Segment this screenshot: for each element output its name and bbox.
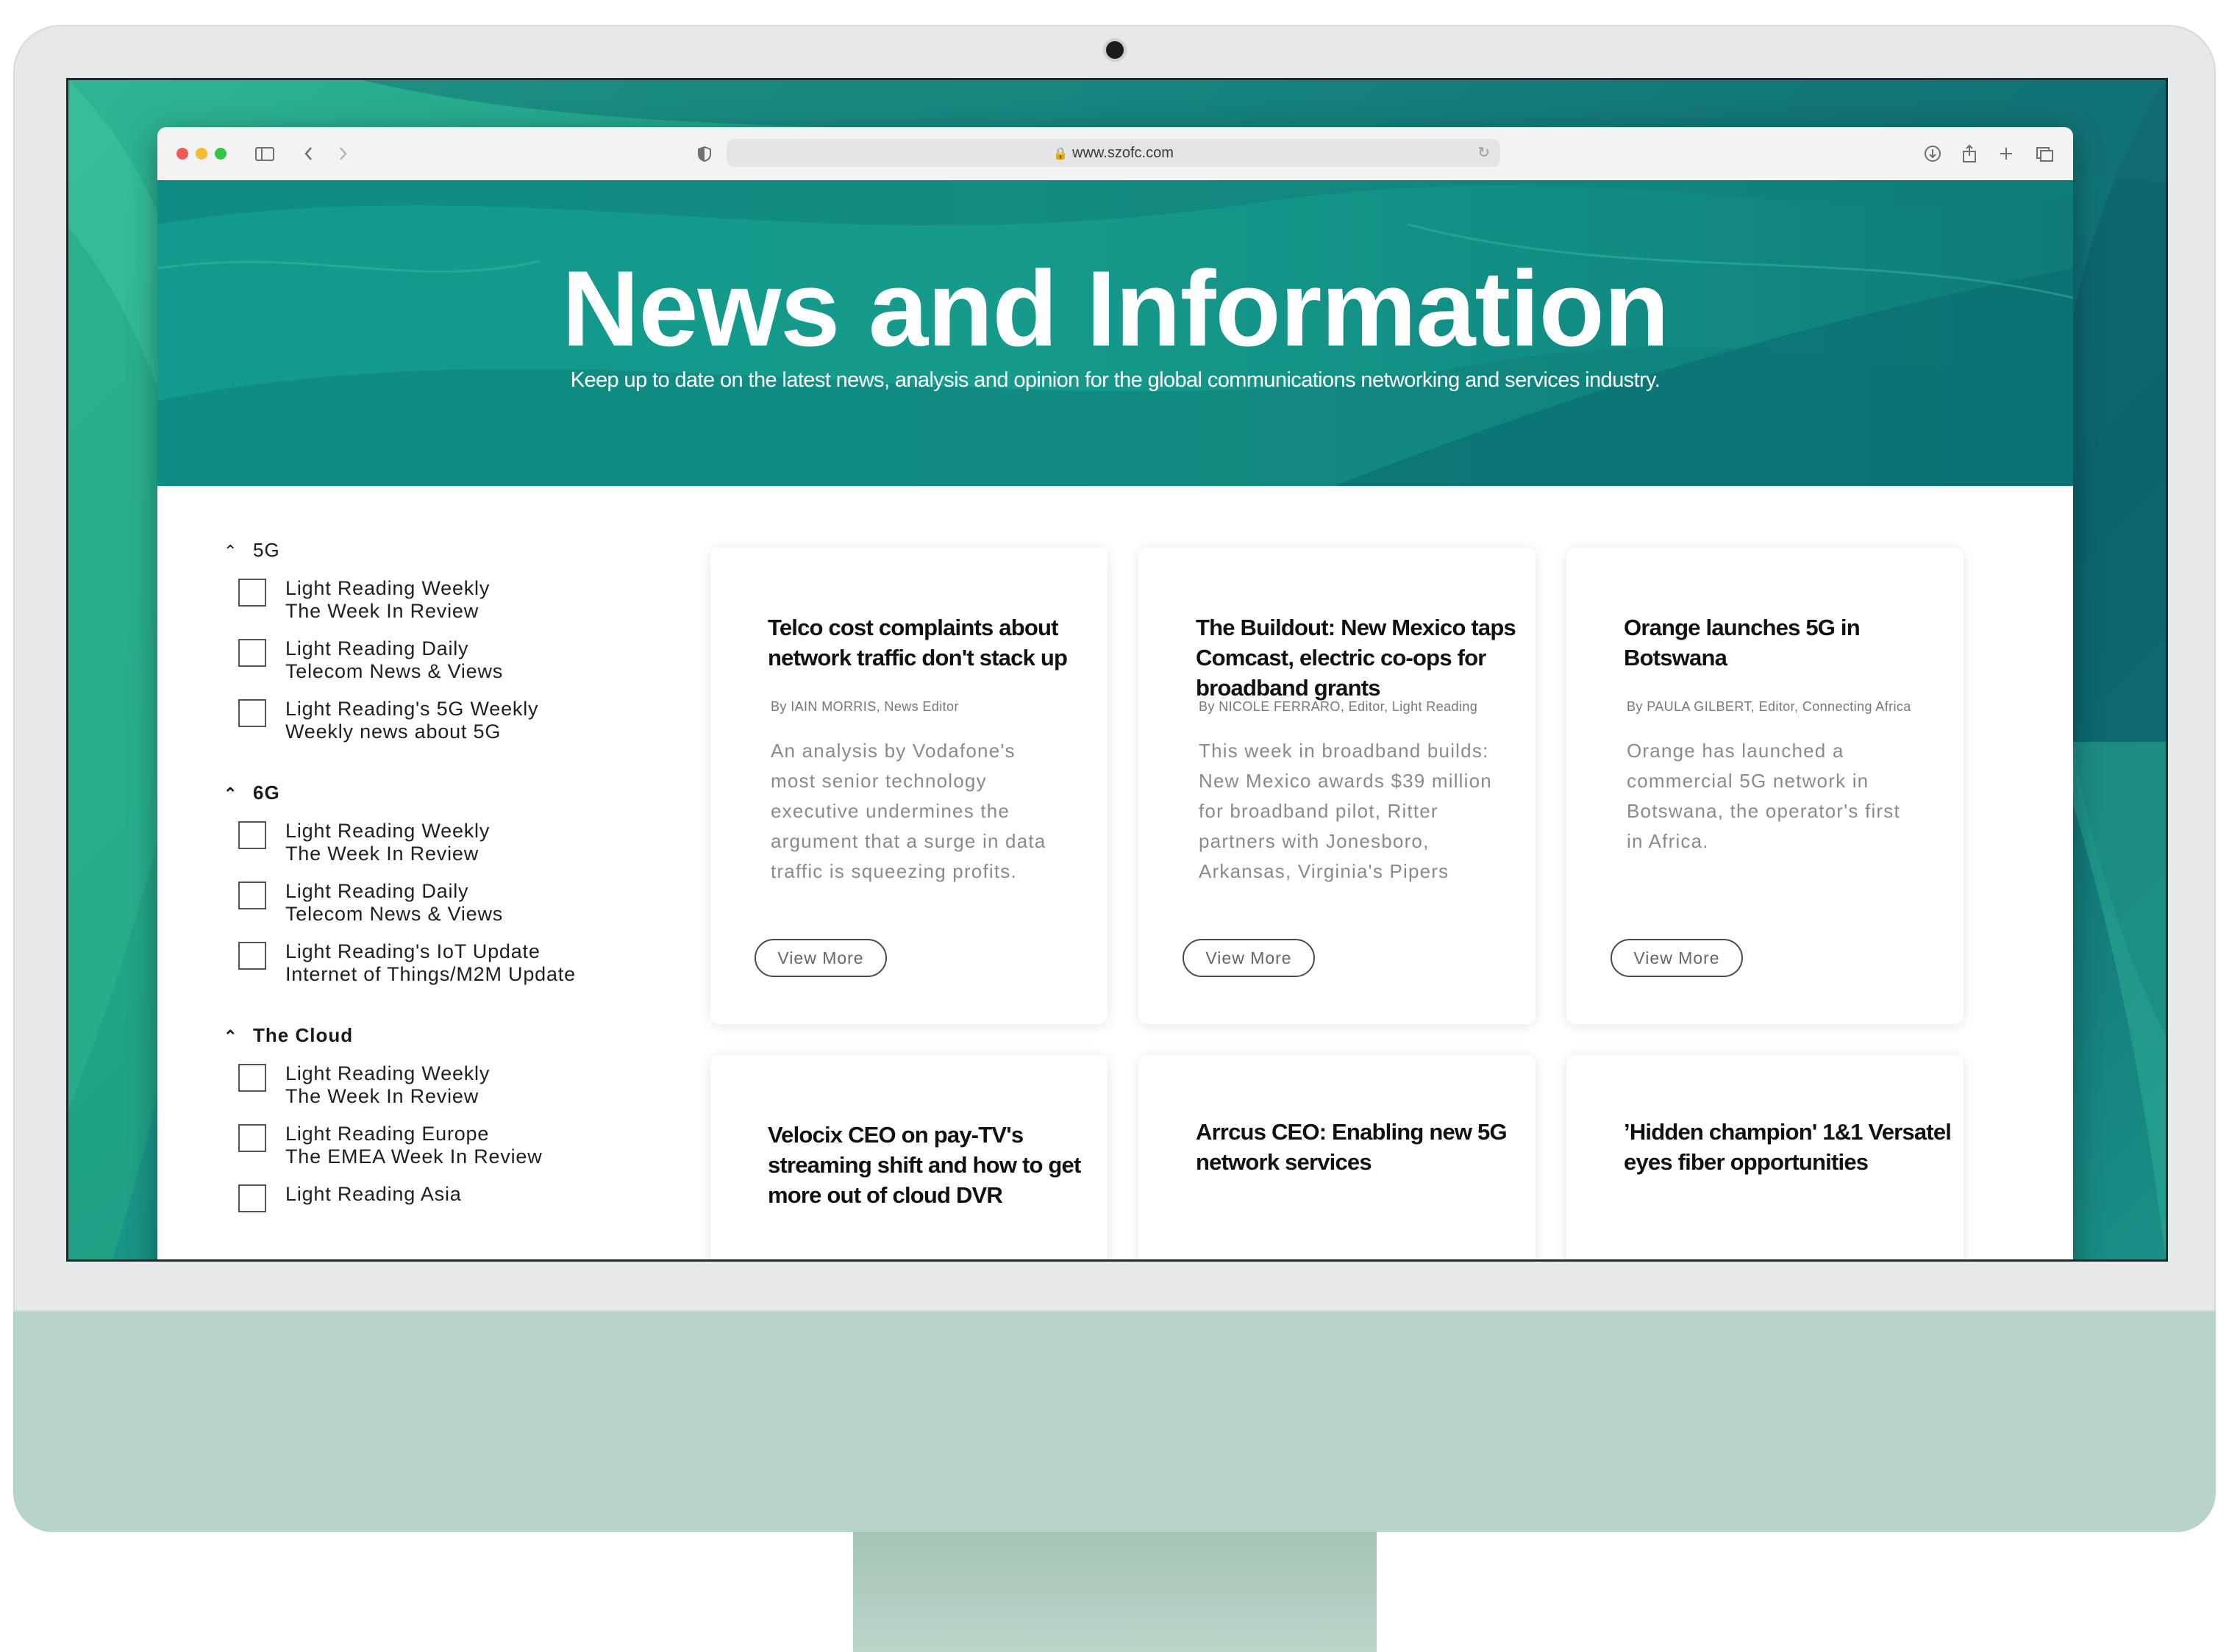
filter-item[interactable]: Light Reading Weekly The Week In Review	[238, 1062, 621, 1114]
card-title[interactable]: Telco cost complaints about network traf…	[768, 612, 1091, 673]
camera-icon	[1106, 41, 1124, 59]
checkbox[interactable]	[238, 579, 266, 607]
view-more-button[interactable]: View More	[755, 939, 887, 977]
checkbox[interactable]	[238, 1184, 266, 1212]
news-card[interactable]: Arrcus CEO: Enabling new 5G network serv…	[1138, 1055, 1536, 1259]
checkbox[interactable]	[238, 882, 266, 909]
chevron-up-icon: ⌃	[224, 1027, 238, 1045]
page-subtitle: Keep up to date on the latest news, anal…	[570, 368, 1661, 392]
sidebar-toggle-icon[interactable]	[254, 140, 275, 174]
filter-item[interactable]: Light Reading's 5G Weekly Weekly news abo…	[238, 698, 621, 749]
filter-item-subtitle: The Week In Review	[285, 1085, 479, 1107]
filter-item[interactable]: Light Reading's IoT Update Internet of Th…	[238, 940, 621, 992]
screen: 🔒 www.szofc.com ↻ News and Information K…	[66, 78, 2168, 1262]
filter-item[interactable]: Light Reading Weekly The Week In Review	[238, 820, 621, 871]
filter-item[interactable]: Light Reading Asia	[238, 1183, 621, 1234]
card-title[interactable]: ’Hidden champion' 1&1 Versatel eyes fibe…	[1624, 1117, 1977, 1177]
filter-group-label: The Cloud	[253, 1024, 354, 1046]
news-card[interactable]: The Buildout: New Mexico taps Comcast, e…	[1138, 548, 1536, 1024]
new-tab-icon[interactable]	[1996, 140, 2016, 174]
news-card[interactable]: Orange launches 5G in Botswana By PAULA …	[1566, 548, 1964, 1024]
card-title[interactable]: The Buildout: New Mexico taps Comcast, e…	[1196, 612, 1519, 703]
view-more-button[interactable]: View More	[1183, 939, 1315, 977]
filter-group-cloud[interactable]: ⌃ The Cloud	[224, 1024, 353, 1054]
filter-item-subtitle: Telecom News & Views	[285, 903, 504, 925]
close-window-button[interactable]	[176, 148, 188, 160]
filter-item-title: Light Reading Weekly	[285, 577, 491, 599]
hero-banner: News and Information Keep up to date on …	[157, 180, 2073, 486]
checkbox[interactable]	[238, 699, 266, 727]
back-icon[interactable]	[302, 140, 316, 174]
filter-item[interactable]: Light Reading Daily Telecom News & Views	[238, 880, 621, 932]
minimize-window-button[interactable]	[196, 148, 207, 160]
card-title[interactable]: Velocix CEO on pay-TV's streaming shift …	[768, 1120, 1091, 1210]
filter-item-subtitle: The Week In Review	[285, 843, 479, 865]
news-card[interactable]: Telco cost complaints about network traf…	[710, 548, 1108, 1024]
card-description: This week in broadband builds: New Mexic…	[1199, 740, 1492, 882]
browser-window: 🔒 www.szofc.com ↻ News and Information K…	[157, 127, 2073, 1259]
filter-item-title: Light Reading's IoT Update	[285, 940, 541, 962]
filter-item-title: Light Reading Europe	[285, 1123, 490, 1145]
filter-group-label: 6G	[253, 782, 280, 804]
card-byline: By PAULA GILBERT, Editor, Connecting Afr…	[1627, 699, 1911, 714]
browser-toolbar: 🔒 www.szofc.com ↻	[157, 127, 2073, 181]
card-title[interactable]: Orange launches 5G in Botswana	[1624, 612, 1947, 673]
filter-item[interactable]: Light Reading Europe The EMEA Week In Rev…	[238, 1123, 621, 1174]
filter-item-subtitle: The Week In Review	[285, 600, 479, 622]
share-icon[interactable]	[1959, 140, 1980, 174]
view-more-button[interactable]: View More	[1611, 939, 1743, 977]
checkbox[interactable]	[238, 639, 266, 667]
filter-item-title: Light Reading Weekly	[285, 820, 491, 842]
page-title: News and Information	[561, 248, 1669, 368]
zoom-window-button[interactable]	[215, 148, 227, 160]
card-byline: By NICOLE FERRARO, Editor, Light Reading	[1199, 699, 1478, 714]
address-bar[interactable]: 🔒 www.szofc.com ↻	[727, 139, 1500, 167]
filter-item-subtitle: Internet of Things/M2M Update	[285, 963, 576, 985]
download-icon[interactable]	[1922, 140, 1943, 174]
filter-item-title: Light Reading Daily	[285, 880, 469, 902]
filter-item-title: Light Reading Asia	[285, 1183, 462, 1205]
chevron-up-icon: ⌃	[224, 542, 238, 560]
checkbox[interactable]	[238, 1064, 266, 1092]
card-title[interactable]: Arrcus CEO: Enabling new 5G network serv…	[1196, 1117, 1519, 1177]
news-card[interactable]: ’Hidden champion' 1&1 Versatel eyes fibe…	[1566, 1055, 1964, 1259]
checkbox[interactable]	[238, 942, 266, 970]
card-byline: By IAIN MORRIS, News Editor	[771, 699, 959, 714]
filter-item-title: Light Reading Weekly	[285, 1062, 491, 1084]
checkbox[interactable]	[238, 1124, 266, 1152]
filter-group-5g[interactable]: ⌃ 5G	[224, 539, 280, 568]
imac-chin	[13, 1312, 2216, 1532]
tab-overview-icon[interactable]	[2034, 140, 2055, 174]
filter-item-subtitle: Weekly news about 5G	[285, 720, 502, 743]
checkbox[interactable]	[238, 821, 266, 849]
filter-item[interactable]: Light Reading Weekly The Week In Review	[238, 577, 621, 629]
imac-stand	[853, 1532, 1377, 1652]
card-description: Orange has launched a commercial 5G netw…	[1627, 740, 1900, 852]
news-card[interactable]: Velocix CEO on pay-TV's streaming shift …	[710, 1055, 1108, 1259]
filter-group-label: 5G	[253, 539, 280, 561]
filter-group-6g[interactable]: ⌃ 6G	[224, 782, 280, 811]
card-description: An analysis by Vodafone's most senior te…	[771, 740, 1046, 882]
filter-item-title: Light Reading's 5G Weekly	[285, 698, 539, 720]
filter-item-subtitle: The EMEA Week In Review	[285, 1145, 543, 1168]
filter-item[interactable]: Light Reading Daily Telecom News & Views	[238, 637, 621, 689]
chevron-up-icon: ⌃	[224, 784, 238, 803]
url-text: www.szofc.com	[1072, 145, 1174, 161]
privacy-shield-icon[interactable]	[696, 140, 713, 174]
forward-icon[interactable]	[335, 140, 350, 174]
filter-item-title: Light Reading Daily	[285, 637, 469, 659]
lock-icon: 🔒	[1053, 148, 1069, 160]
filter-item-subtitle: Telecom News & Views	[285, 660, 504, 682]
reload-icon[interactable]: ↻	[1477, 139, 1490, 167]
